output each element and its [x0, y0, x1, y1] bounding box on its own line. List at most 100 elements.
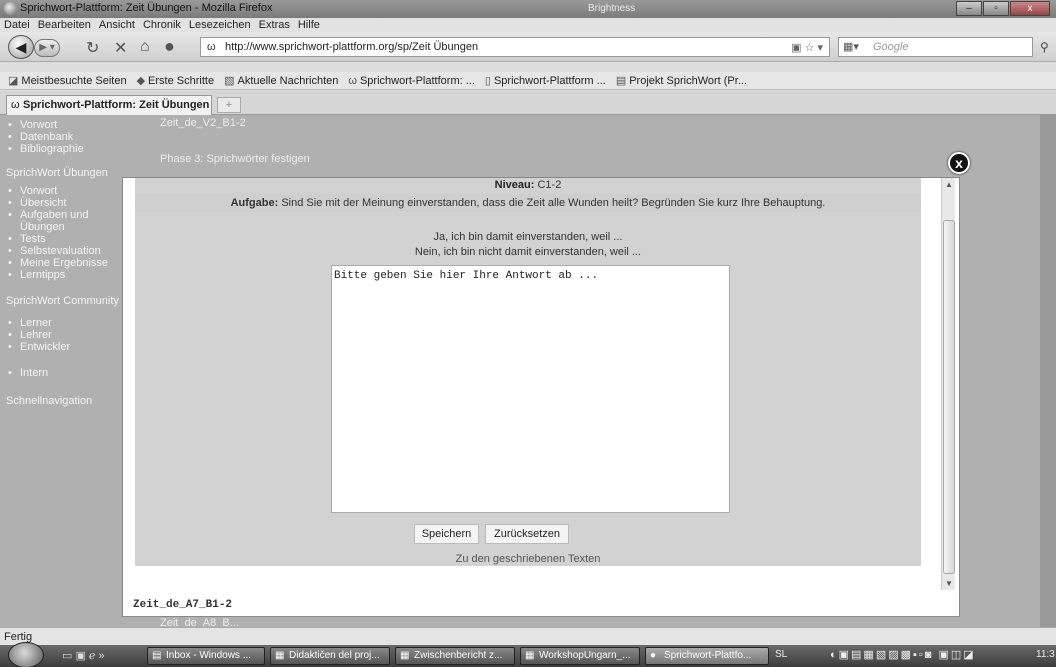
level-line: Niveau: C1-2 [135, 178, 921, 192]
scroll-up-icon[interactable]: ▲ [942, 180, 956, 189]
background-footer: Zeit_de_A8_B... [160, 617, 239, 627]
written-texts-link[interactable]: Zu den geschriebenen Texten [135, 553, 921, 565]
sidebar-item[interactable]: Tests [8, 233, 120, 245]
sidebar-item[interactable]: Lerner [8, 317, 120, 329]
sidebar-item[interactable]: Vorwort [8, 119, 120, 131]
taskbar-button[interactable]: ▦ Zwischenbericht z... [395, 647, 515, 665]
scroll-down-icon[interactable]: ▼ [942, 579, 956, 588]
navigation-toolbar: ◀ ▶ ▾ ↻ ✕ ⌂ ● ω http://www.sprichwort-pl… [0, 32, 1056, 62]
document-icon: ▦ [275, 650, 285, 661]
bookmark-item[interactable]: ◪ Meistbesuchte Seiten [8, 72, 127, 89]
quick-launch-icons[interactable]: ▭ ▣ ℯ » [62, 649, 105, 662]
tray-icons[interactable]: ◐▣▤▦▧▨▩▪▫◙ ▣◫◪ [830, 648, 976, 661]
reset-button[interactable]: Zurücksetzen [485, 524, 569, 544]
window-controls: – ▫ x [955, 1, 1050, 16]
menu-chronik[interactable]: Chronik [143, 18, 181, 32]
taskbar-button[interactable]: ▤ Inbox - Windows ... [147, 647, 265, 665]
rss-icon: ▧ [224, 75, 235, 87]
home-icon[interactable]: ⌂ [140, 38, 150, 56]
menu-bar: Datei Bearbeiten Ansicht Chronik Lesezei… [0, 18, 1056, 32]
tab-label: Sprichwort-Plattform: Zeit Übungen [23, 99, 210, 111]
google-icon[interactable]: ▦▾ [843, 38, 859, 56]
sidebar-item[interactable]: Intern [8, 367, 120, 379]
task-line: Aufgabe: Sind Sie mit der Meinung einver… [135, 194, 921, 212]
firefox-icon [4, 2, 17, 15]
language-indicator[interactable]: SL [775, 649, 787, 660]
sidebar-item[interactable]: Übersicht [8, 197, 120, 209]
sidebar-item[interactable]: Lehrer [8, 329, 120, 341]
folder-icon: ▤ [615, 75, 627, 87]
close-icon[interactable]: x [948, 152, 970, 174]
sidebar-section-title[interactable]: SprichWort Community [6, 295, 120, 307]
search-input[interactable]: ▦▾ Google [838, 37, 1033, 57]
save-button[interactable]: Speichern [414, 524, 479, 544]
url-text: http://www.sprichwort-plattform.org/sp/Z… [225, 41, 479, 53]
new-tab-button[interactable]: + [217, 97, 241, 113]
menu-bearbeiten[interactable]: Bearbeiten [38, 18, 91, 32]
brightness-label: Brightness [588, 3, 636, 14]
sidebar-item[interactable]: Aufgaben und Übungen [8, 209, 115, 233]
modal-scrollbar[interactable]: ▲ ▼ [941, 178, 955, 590]
option-no: Nein, ich bin nicht damit einverstanden,… [414, 246, 642, 258]
bookmark-item[interactable]: ◆ Erste Schritte [137, 72, 215, 89]
globe-icon: ● [164, 36, 175, 56]
firefox-icon: ● [650, 650, 657, 661]
exercise-modal: Niveau: C1-2 Aufgabe: Sind Sie mit der M… [122, 177, 960, 617]
window-title: Sprichwort-Plattform: Zeit Übungen - Moz… [20, 2, 273, 14]
option-yes: Ja, ich bin damit einverstanden, weil ..… [433, 231, 623, 243]
bookmark-item[interactable]: ▧ Aktuelle Nachrichten [224, 72, 338, 89]
start-button[interactable] [8, 642, 44, 667]
sidebar-item[interactable]: Bibliographie [8, 143, 120, 155]
answer-textarea[interactable]: Bitte geben Sie hier Ihre Antwort ab ... [331, 265, 730, 513]
maximize-button[interactable]: ▫ [983, 1, 1009, 16]
search-icon[interactable]: ⚲ [1040, 40, 1049, 54]
taskbar-button[interactable]: ▦ WorkshopUngarn_... [520, 647, 640, 665]
sidebar-section-title[interactable]: Schnellnavigation [6, 395, 120, 407]
sidebar-item[interactable]: Lerntipps [8, 269, 120, 281]
reload-icon[interactable]: ↻ [86, 38, 99, 58]
sidebar: Vorwort Datenbank Bibliographie SprichWo… [0, 115, 120, 627]
search-placeholder: Google [873, 41, 909, 53]
sidebar-section-title[interactable]: SprichWort Übungen [6, 167, 120, 179]
forward-icon[interactable]: ▶ ▾ [34, 39, 60, 57]
sidebar-item[interactable]: Selbstevaluation [8, 245, 120, 257]
tab-strip: ω Sprichwort-Plattform: Zeit Übungen + [0, 91, 1056, 115]
tab-active[interactable]: ω Sprichwort-Plattform: Zeit Übungen [6, 95, 212, 115]
bookmark-item[interactable]: ▯ Sprichwort-Plattform ... [485, 72, 606, 89]
sidebar-item[interactable]: Vorwort [8, 185, 120, 197]
rss-star-icon[interactable]: ▣ ☆ ▾ [791, 39, 823, 57]
site-icon: ω [348, 75, 357, 87]
back-icon[interactable]: ◀ [8, 35, 34, 59]
sidebar-item[interactable]: Datenbank [8, 131, 120, 143]
scroll-thumb[interactable] [943, 220, 955, 574]
sidebar-item[interactable]: Entwickler [8, 341, 120, 353]
mail-icon: ▤ [152, 650, 162, 661]
menu-extras[interactable]: Extras [259, 18, 290, 32]
status-bar: Fertig [0, 627, 1056, 645]
menu-ansicht[interactable]: Ansicht [99, 18, 135, 32]
bookmark-icon: ◪ [8, 75, 19, 87]
taskbar-button[interactable]: ● Sprichwort-Plattfo... [645, 647, 769, 665]
background-heading: Zeit_de_V2_B1-2 [160, 117, 246, 129]
background-phase: Phase 3: Sprichwörter festigen [160, 153, 310, 165]
taskbar: ▭ ▣ ℯ » ▤ Inbox - Windows ... ▦ Didaktičen… [0, 642, 1056, 667]
sidebar-item[interactable]: Meine Ergebnisse [8, 257, 120, 269]
site-icon: ω [11, 99, 20, 111]
bookmark-item[interactable]: ▤ Projekt SprichWort (Pr... [616, 72, 747, 89]
menu-hilfe[interactable]: Hilfe [298, 18, 320, 32]
clock[interactable]: 11:3 [1036, 649, 1055, 660]
level-value: C1-2 [537, 179, 562, 191]
url-input[interactable]: ω http://www.sprichwort-plattform.org/sp… [200, 37, 830, 57]
document-icon: ▦ [525, 650, 535, 661]
taskbar-button[interactable]: ▦ Didaktičen del proj... [270, 647, 390, 665]
exercise-filename: Zeit_de_A7_B1-2 [133, 599, 233, 611]
bookmarks-toolbar: ◪ Meistbesuchte Seiten ◆ Erste Schritte ▧ A… [0, 72, 1056, 90]
task-text: Sind Sie mit der Meinung einverstanden, … [281, 197, 826, 209]
menu-datei[interactable]: Datei [4, 18, 30, 32]
stop-icon[interactable]: ✕ [114, 38, 127, 58]
close-window-button[interactable]: x [1010, 1, 1050, 16]
bookmark-item[interactable]: ω Sprichwort-Plattform: ... [348, 72, 475, 89]
menu-lesezeichen[interactable]: Lesezeichen [189, 18, 251, 32]
exercise-content: Niveau: C1-2 Aufgabe: Sind Sie mit der M… [135, 178, 921, 566]
minimize-button[interactable]: – [956, 1, 982, 16]
